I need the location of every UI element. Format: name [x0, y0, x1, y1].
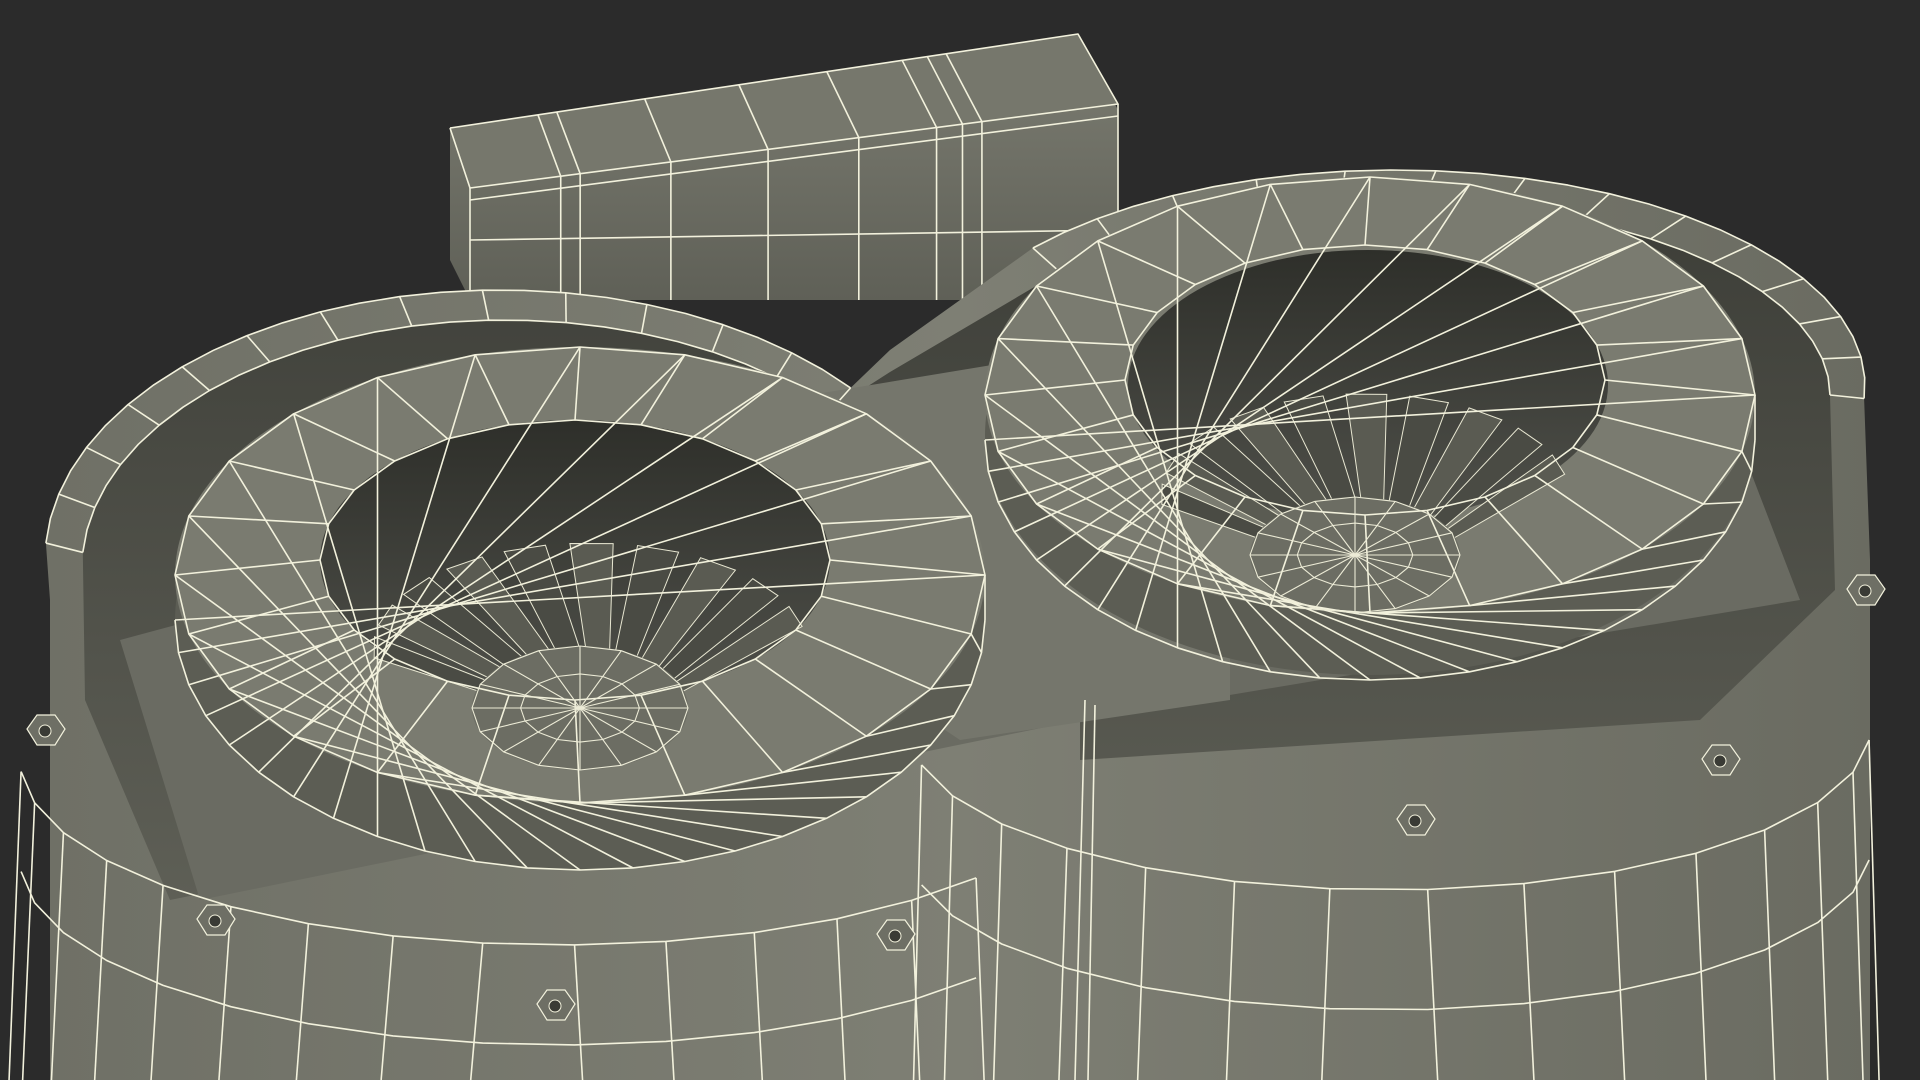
- rim-bolt-hole: [1408, 814, 1422, 828]
- right-fan-assembly: [984, 176, 1756, 681]
- housing-vertical-edge: [1868, 740, 1880, 1080]
- housing-vertical-edge: [21, 802, 36, 1080]
- rim-bolt-hole: [208, 914, 222, 928]
- rim-bolt-hole: [548, 999, 562, 1013]
- rim-bolt-hole: [1858, 584, 1872, 598]
- left-fan-assembly: [174, 346, 986, 871]
- rim-bolt-hole: [1713, 754, 1727, 768]
- rim-bolt-hole: [38, 724, 52, 738]
- wireframe-render-viewport: [8, 33, 1886, 1080]
- rim-bolt-hole: [888, 929, 902, 943]
- housing-vertical-edge: [8, 771, 22, 1080]
